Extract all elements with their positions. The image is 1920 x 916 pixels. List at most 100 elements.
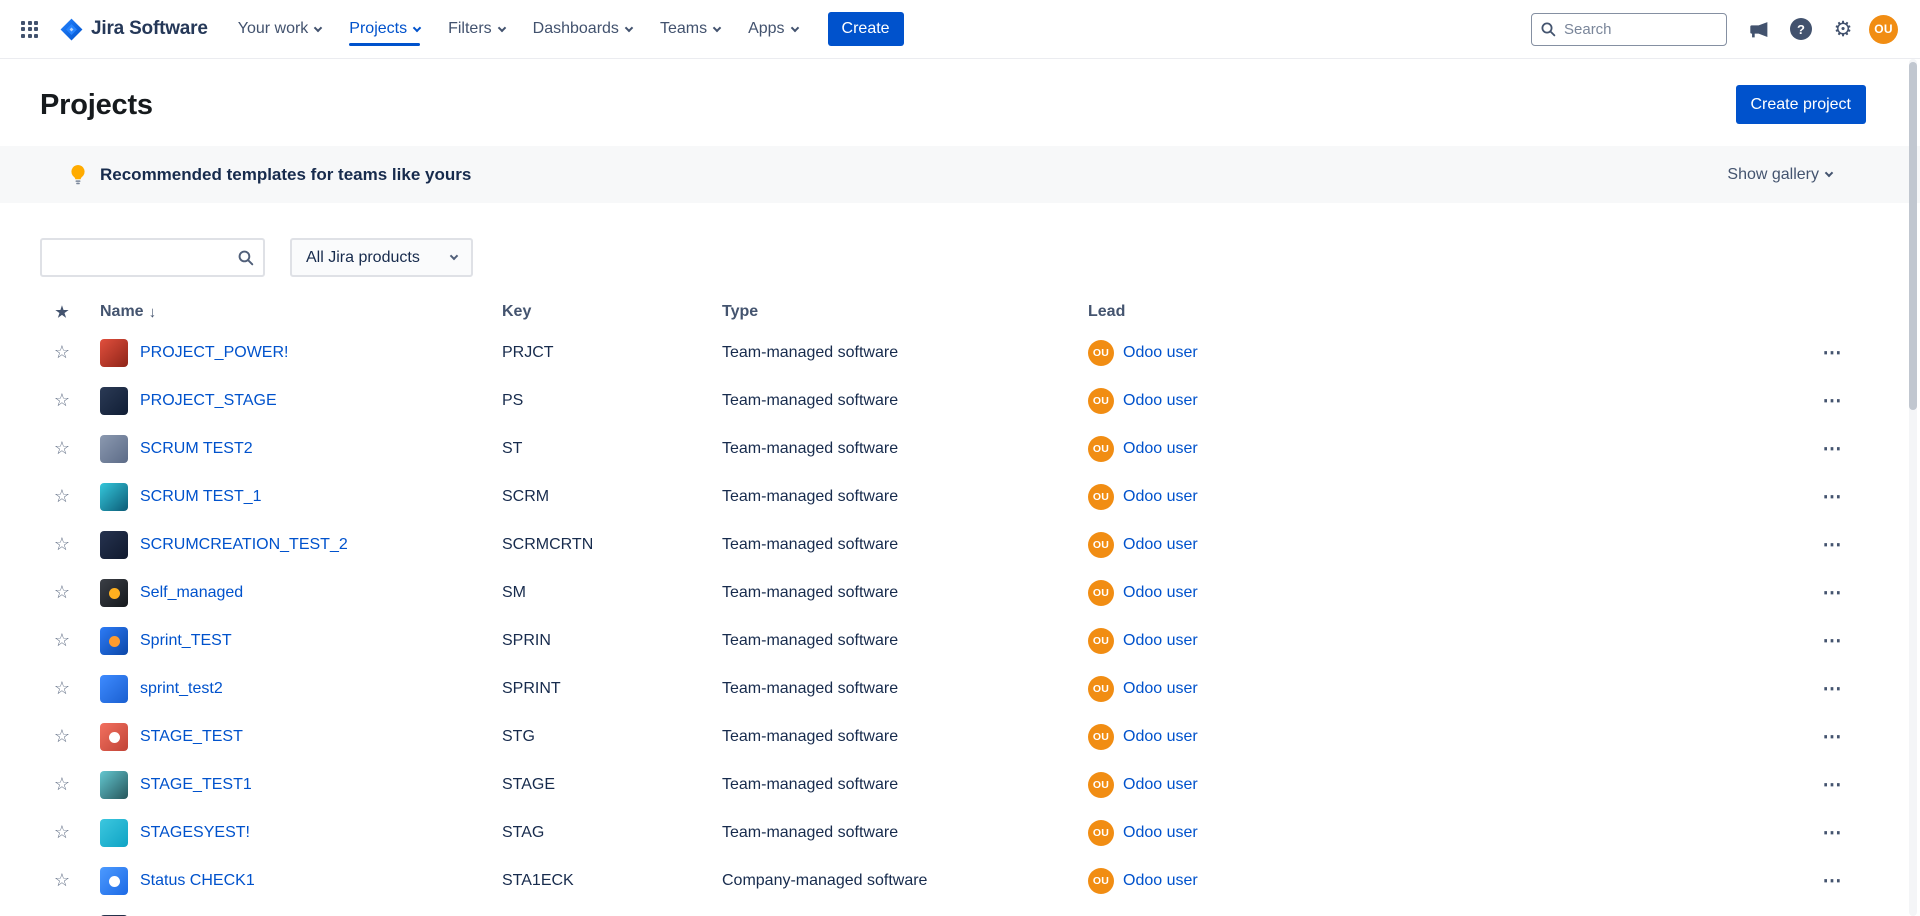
- global-search-input[interactable]: [1531, 13, 1727, 46]
- row-more-actions-button[interactable]: ⋯: [1815, 438, 1850, 461]
- chevron-down-icon: [625, 23, 633, 31]
- announcements-button[interactable]: [1743, 13, 1775, 45]
- project-key: STA1ECK: [502, 872, 722, 890]
- key-column-header[interactable]: Key: [502, 303, 722, 321]
- chevron-down-icon: [713, 23, 721, 31]
- row-more-actions-button[interactable]: ⋯: [1815, 582, 1850, 605]
- user-avatar[interactable]: OU: [1869, 15, 1898, 44]
- favorite-star-icon[interactable]: ☆: [54, 342, 70, 362]
- nav-item-apps[interactable]: Apps: [748, 0, 797, 58]
- nav-item-dashboards[interactable]: Dashboards: [533, 0, 632, 58]
- create-button[interactable]: Create: [828, 12, 904, 46]
- row-more-actions-button[interactable]: ⋯: [1815, 870, 1850, 893]
- nav-item-label: Apps: [748, 20, 784, 38]
- project-name-link[interactable]: STAGESYEST!: [140, 824, 250, 842]
- project-name-link[interactable]: STAGE_TEST1: [140, 776, 252, 794]
- project-name-link[interactable]: SCRUMCREATION_TEST_2: [140, 536, 348, 554]
- row-more-actions-button[interactable]: ⋯: [1815, 342, 1850, 365]
- row-more-actions-button[interactable]: ⋯: [1815, 534, 1850, 557]
- favorite-star-icon[interactable]: ☆: [54, 822, 70, 842]
- name-column-label: Name: [100, 303, 144, 321]
- favorite-star-icon[interactable]: ☆: [54, 870, 70, 890]
- scrollbar-thumb[interactable]: [1909, 62, 1917, 410]
- lead-link[interactable]: Odoo user: [1123, 872, 1198, 890]
- nav-item-teams[interactable]: Teams: [660, 0, 720, 58]
- favorite-star-icon[interactable]: ☆: [54, 582, 70, 602]
- table-row: ☆STAGE_TESTSTGTeam-managed softwareOUOdo…: [0, 713, 1920, 761]
- project-name-link[interactable]: PROJECT_STAGE: [140, 392, 277, 410]
- project-type: Team-managed software: [722, 632, 1088, 650]
- project-name-link[interactable]: SCRUM TEST2: [140, 440, 253, 458]
- nav-item-projects[interactable]: Projects: [349, 0, 420, 58]
- favorite-star-icon[interactable]: ☆: [54, 774, 70, 794]
- project-name-link[interactable]: Status CHECK1: [140, 872, 255, 890]
- lead-link[interactable]: Odoo user: [1123, 536, 1198, 554]
- lead-link[interactable]: Odoo user: [1123, 824, 1198, 842]
- templates-banner: Recommended templates for teams like you…: [0, 146, 1920, 203]
- project-name-link[interactable]: STAGE_TEST: [140, 728, 243, 746]
- table-row: ☆SCRUM TEST_1SCRMTeam-managed softwareOU…: [0, 473, 1920, 521]
- lead-avatar: OU: [1088, 676, 1114, 702]
- favorite-star-icon[interactable]: ☆: [54, 438, 70, 458]
- scrollbar-track[interactable]: [1909, 59, 1917, 916]
- project-key: SCRM: [502, 488, 722, 506]
- project-avatar-icon: [100, 723, 128, 751]
- lead-link[interactable]: Odoo user: [1123, 344, 1198, 362]
- projects-search-input[interactable]: [40, 238, 265, 277]
- favorite-star-icon[interactable]: ☆: [54, 534, 70, 554]
- project-name-link[interactable]: SCRUM TEST_1: [140, 488, 262, 506]
- table-row: ☆Self_managedSMTeam-managed softwareOUOd…: [0, 569, 1920, 617]
- row-more-actions-button[interactable]: ⋯: [1815, 678, 1850, 701]
- name-column-header[interactable]: Name ↓: [84, 303, 502, 321]
- page-header: Projects Create project: [0, 59, 1920, 146]
- lead-link[interactable]: Odoo user: [1123, 392, 1198, 410]
- favorite-star-icon[interactable]: ☆: [54, 630, 70, 650]
- projects-table-header: ★ Name ↓ Key Type Lead: [0, 295, 1920, 329]
- project-name-link[interactable]: sprint_test2: [140, 680, 223, 698]
- help-button[interactable]: ?: [1785, 13, 1817, 45]
- project-type: Team-managed software: [722, 392, 1088, 410]
- nav-item-filters[interactable]: Filters: [448, 0, 505, 58]
- lead-column-header[interactable]: Lead: [1088, 303, 1804, 321]
- row-more-actions-button[interactable]: ⋯: [1815, 486, 1850, 509]
- project-name-link[interactable]: Self_managed: [140, 584, 243, 602]
- create-project-button[interactable]: Create project: [1736, 85, 1867, 124]
- lead-link[interactable]: Odoo user: [1123, 440, 1198, 458]
- jira-logo[interactable]: Jira Software: [59, 17, 208, 42]
- project-avatar-icon: [100, 579, 128, 607]
- lead-avatar: OU: [1088, 580, 1114, 606]
- lead-avatar: OU: [1088, 532, 1114, 558]
- project-key: STAG: [502, 824, 722, 842]
- favorite-star-icon[interactable]: ☆: [54, 726, 70, 746]
- nav-item-your-work[interactable]: Your work: [238, 0, 322, 58]
- favorite-star-icon[interactable]: ☆: [54, 390, 70, 410]
- project-type: Team-managed software: [722, 488, 1088, 506]
- table-row: ☆PROJECT_POWER!PRJCTTeam-managed softwar…: [0, 329, 1920, 377]
- lead-link[interactable]: Odoo user: [1123, 680, 1198, 698]
- search-icon: [1540, 21, 1556, 42]
- project-avatar-icon: [100, 483, 128, 511]
- app-switcher-icon[interactable]: [16, 16, 43, 43]
- type-column-header[interactable]: Type: [722, 303, 1088, 321]
- project-avatar-icon: [100, 531, 128, 559]
- lead-avatar: OU: [1088, 868, 1114, 894]
- favorite-star-icon[interactable]: ☆: [54, 486, 70, 506]
- lead-link[interactable]: Odoo user: [1123, 728, 1198, 746]
- product-filter-dropdown[interactable]: All Jira products: [290, 238, 473, 277]
- star-column-header[interactable]: ★: [40, 303, 84, 321]
- lead-link[interactable]: Odoo user: [1123, 584, 1198, 602]
- lead-link[interactable]: Odoo user: [1123, 632, 1198, 650]
- row-more-actions-button[interactable]: ⋯: [1815, 774, 1850, 797]
- show-gallery-button[interactable]: Show gallery: [1727, 166, 1832, 184]
- favorite-star-icon[interactable]: ☆: [54, 678, 70, 698]
- lead-link[interactable]: Odoo user: [1123, 776, 1198, 794]
- row-more-actions-button[interactable]: ⋯: [1815, 822, 1850, 845]
- lead-link[interactable]: Odoo user: [1123, 488, 1198, 506]
- row-more-actions-button[interactable]: ⋯: [1815, 390, 1850, 413]
- row-more-actions-button[interactable]: ⋯: [1815, 726, 1850, 749]
- page-title: Projects: [40, 87, 153, 123]
- row-more-actions-button[interactable]: ⋯: [1815, 630, 1850, 653]
- settings-button[interactable]: ⚙: [1827, 13, 1859, 45]
- project-name-link[interactable]: Sprint_TEST: [140, 632, 232, 650]
- project-name-link[interactable]: PROJECT_POWER!: [140, 344, 288, 362]
